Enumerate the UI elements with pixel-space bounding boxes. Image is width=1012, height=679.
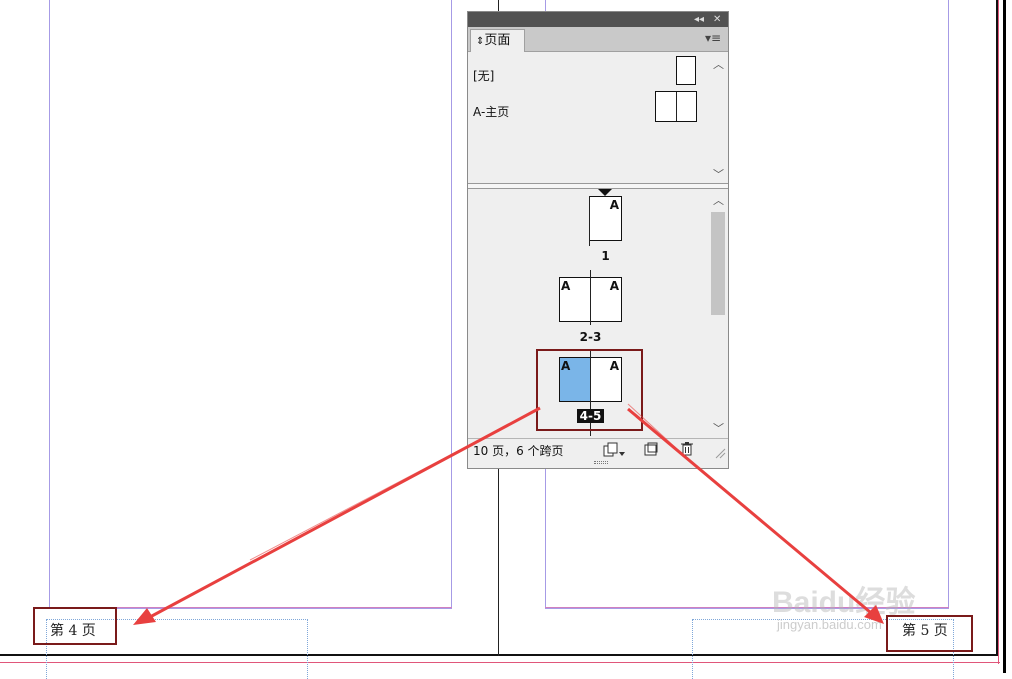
arrow-to-left-folio [149, 406, 541, 619]
annotation-arrows [133, 403, 884, 625]
arrow-to-right-folio [627, 407, 871, 614]
arrow-thin-right [627, 403, 701, 471]
arrow-thin-left [249, 409, 537, 561]
